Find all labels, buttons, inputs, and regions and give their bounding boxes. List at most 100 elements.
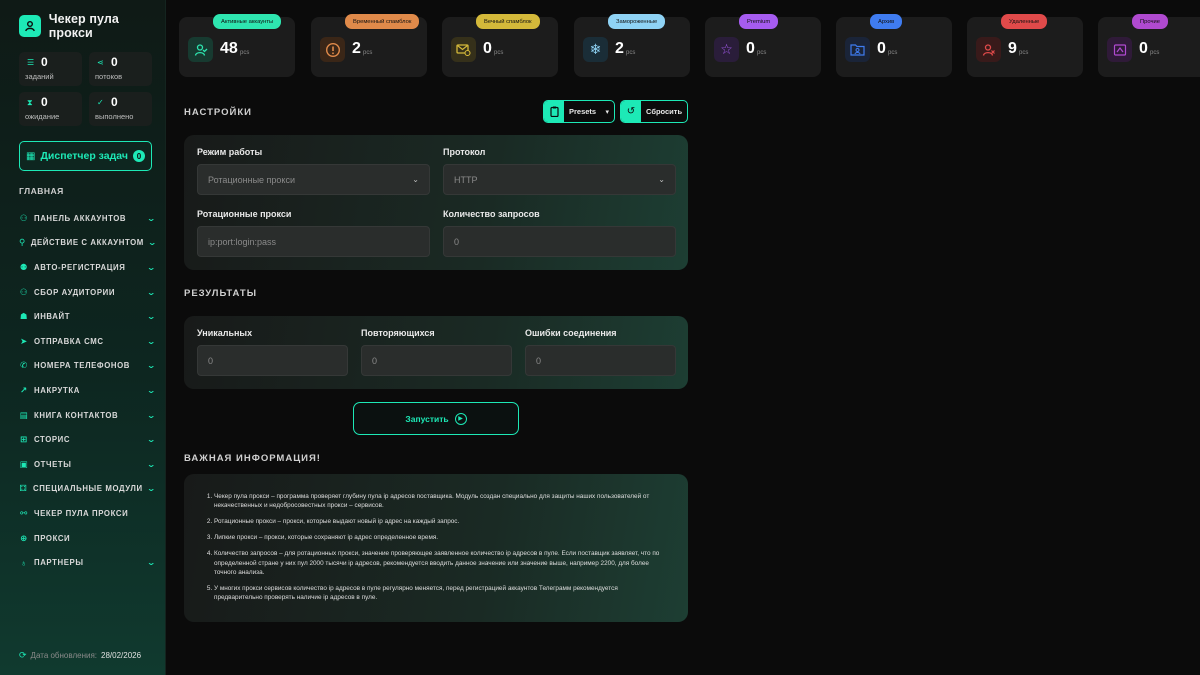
warning-icon [320,37,345,62]
card-perm-spamblock[interactable]: Вечный спамблок 0 pcs [442,14,558,77]
app-logo-icon [19,15,41,37]
card-deleted[interactable]: Удаленные 9 pcs [967,14,1083,77]
chevron-down-icon: ⌄ [146,262,157,272]
check-circle-icon: ✓ [97,98,104,107]
sidebar-item-phone-numbers[interactable]: ✆ НОМЕРА ТЕЛЕФОНОВ ⌄ [19,354,155,379]
reset-icon: ↺ [621,101,641,122]
sidebar: Чекер пула прокси ☰ 0 заданий ⋖ 0 потоко… [0,0,166,675]
card-pill: Временный спамблок [345,14,420,29]
invite-icon: ☗ [19,311,29,322]
brand[interactable]: Чекер пула прокси [19,12,165,40]
stat-threads: ⋖ 0 потоков [89,52,152,86]
share-icon: ⋖ [97,58,104,67]
reset-button[interactable]: ↺ Сбросить [620,100,688,123]
boost-icon: ↗ [20,384,28,395]
update-date: 28/02/2026 [101,651,142,660]
play-icon: ▶ [454,412,467,425]
sidebar-item-label: СПЕЦИАЛЬНЫЕ МОДУЛИ [32,484,143,494]
card-value: 0 [1139,40,1148,57]
card-pill: Удаленные [1001,14,1048,29]
sidebar-item-boost[interactable]: ↗ НАКРУТКА ⌄ [19,378,155,403]
mode-label: Режим работы [197,147,263,157]
card-unit: pcs [1019,50,1029,56]
sidebar-item-reports[interactable]: ▣ ОТЧЕТЫ ⌄ [19,452,156,477]
card-premium[interactable]: Premium ☆ 0 pcs [705,14,821,77]
chevron-down-icon: ▾ [605,108,609,116]
sidebar-item-sms[interactable]: ➤ ОТПРАВКА СМС ⌄ [19,329,155,354]
update-info: ⟳ Дата обновления: 28/02/2026 [19,650,141,661]
card-value: 48 [220,40,238,57]
errors-label: Ошибки соединения [525,328,617,338]
requests-count-input[interactable]: 0 [443,226,676,257]
card-value: 9 [1008,40,1017,57]
sidebar-item-proxy-checker[interactable]: ⚯ ЧЕКЕР ПУЛА ПРОКСИ [19,501,155,526]
chevron-down-icon: ⌄ [146,312,157,322]
presets-dropdown[interactable]: Presets ▾ [543,100,615,123]
card-unit: pcs [888,50,898,56]
other-icon [1107,37,1132,62]
card-unit: pcs [626,50,636,56]
run-button[interactable]: Запустить ▶ [353,402,519,435]
partners-icon: ♁ [20,557,28,568]
card-unit: pcs [1150,50,1160,56]
chevron-down-icon: ⌄ [146,287,157,297]
info-item: Чекер пула прокси – программа проверяет … [214,492,668,511]
chevron-down-icon: ⌄ [412,175,419,184]
sidebar-item-contacts-book[interactable]: ▤ КНИГА КОНТАКТОВ ⌄ [19,403,157,428]
user-plus-icon: ⚉ [19,261,29,272]
stat-value: 0 [41,95,48,109]
task-manager-button[interactable]: ▦ Диспетчер задач 0 [19,141,152,171]
card-other[interactable]: Прочие 0 pcs [1098,14,1200,77]
reports-icon: ▣ [19,458,29,469]
chevron-down-icon: ⌄ [146,410,157,420]
card-frozen[interactable]: Замороженные ❄ 2 pcs [574,14,690,77]
errors-value: 0 [536,355,542,366]
sidebar-item-label: ОТЧЕТЫ [34,459,72,469]
card-active-accounts[interactable]: Активные аккаунты 48 pcs [179,14,295,77]
rotating-proxies-input[interactable]: ip:port:login:pass [197,226,430,257]
stat-label: ожидание [25,112,60,121]
requests-count-label: Количество запросов [443,209,540,219]
sidebar-item-proxy[interactable]: ⊕ ПРОКСИ [19,526,155,551]
rotating-proxies-label: Ротационные прокси [197,209,292,219]
card-pill: Замороженные [608,14,666,29]
card-unit: pcs [757,50,767,56]
card-pill: Вечный спамблок [476,14,540,29]
chevron-down-icon: ⌄ [146,361,157,371]
sidebar-item-label: НАКРУТКА [34,385,80,395]
card-archive[interactable]: Архив 0 pcs [836,14,952,77]
requests-count-placeholder: 0 [454,236,460,247]
mail-block-icon [451,37,476,62]
stat-value: 0 [111,55,118,69]
protocol-select[interactable]: HTTP ⌄ [443,164,676,195]
chevron-down-icon: ⌄ [146,336,157,346]
results-title: РЕЗУЛЬТАТЫ [184,288,258,299]
sidebar-item-special-modules[interactable]: ⚃ СПЕЦИАЛЬНЫЕ МОДУЛИ ⌄ [19,477,155,502]
stories-icon: ⊞ [20,434,28,445]
chevron-down-icon: ⌄ [146,213,157,223]
card-temp-spamblock[interactable]: Временный спамблок 2 pcs [311,14,427,77]
card-unit: pcs [494,50,504,56]
sidebar-item-label: ИНВАЙТ [34,312,71,322]
chevron-down-icon: ⌄ [146,484,157,494]
card-value: 0 [746,40,755,57]
sidebar-item-partners[interactable]: ♁ ПАРТНЕРЫ ⌄ [19,550,156,575]
sidebar-item-account-actions[interactable]: ⚲ ДЕЙСТВИЕ С АККАУНТОМ ⌄ [19,231,157,256]
sidebar-item-stories[interactable]: ⊞ СТОРИС ⌄ [19,427,155,452]
stat-label: заданий [25,72,54,81]
phone-icon: ✆ [20,360,28,371]
sidebar-item-label: ЧЕКЕР ПУЛА ПРОКСИ [34,508,129,518]
sidebar-item-audience[interactable]: ⚇ СБОР АУДИТОРИИ ⌄ [19,280,157,305]
sidebar-item-auto-registration[interactable]: ⚉ АВТО-РЕГИСТРАЦИЯ ⌄ [19,255,157,280]
errors-field: 0 [525,345,676,376]
app-title: Чекер пула прокси [48,12,119,40]
mode-select[interactable]: Ротационные прокси ⌄ [197,164,430,195]
sidebar-item-label: ПАРТНЕРЫ [34,558,84,568]
sidebar-item-label: АВТО-РЕГИСТРАЦИЯ [34,262,126,272]
mode-value: Ротационные прокси [208,174,295,185]
card-value: 2 [352,40,361,57]
run-label: Запустить [405,413,449,424]
sidebar-item-invite[interactable]: ☗ ИНВАЙТ ⌄ [19,304,157,329]
book-icon: ▤ [19,409,29,420]
sidebar-item-accounts-panel[interactable]: ⚇ ПАНЕЛЬ АККАУНТОВ ⌄ [19,206,157,231]
